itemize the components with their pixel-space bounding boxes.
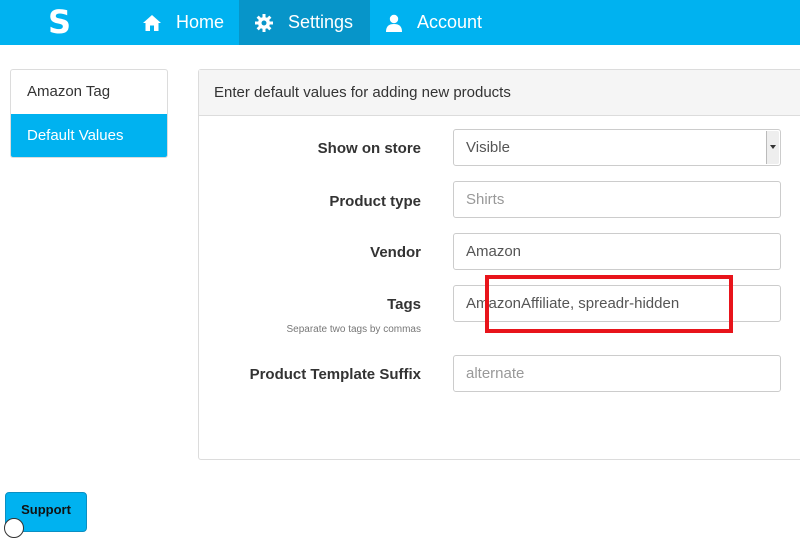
panel-title: Enter default values for adding new prod… — [199, 70, 800, 116]
nav-account-label: Account — [417, 12, 483, 32]
template-suffix-input[interactable]: alternate — [453, 355, 781, 392]
show-on-store-value: Visible — [466, 139, 510, 156]
app-logo[interactable]: S — [48, 4, 76, 40]
sidebar-item-default-values[interactable]: Default Values — [11, 114, 167, 157]
sidebar-item-amazon-tag[interactable]: Amazon Tag — [11, 70, 167, 114]
nav-settings-label: Settings — [288, 12, 354, 32]
template-suffix-label: Product Template Suffix — [249, 366, 421, 383]
gear-icon — [254, 13, 288, 33]
home-icon — [142, 14, 176, 32]
user-icon — [385, 14, 417, 32]
highlight-box — [485, 275, 733, 333]
show-on-store-select[interactable]: Visible — [453, 129, 781, 166]
dropdown-arrow-icon[interactable] — [766, 131, 779, 164]
support-badge-icon — [4, 518, 24, 538]
product-type-input[interactable]: Shirts — [453, 181, 781, 218]
vendor-input[interactable]: Amazon — [453, 233, 781, 270]
show-on-store-label: Show on store — [317, 140, 421, 157]
nav-home-label: Home — [176, 12, 225, 32]
nav-home[interactable]: Home — [128, 0, 238, 45]
nav-account[interactable]: Account — [371, 0, 501, 45]
nav-settings[interactable]: Settings — [239, 0, 370, 45]
tags-label: Tags — [387, 296, 421, 313]
top-navbar: S Home Settings Account — [0, 0, 800, 45]
tags-hint: Separate two tags by commas — [286, 324, 421, 335]
product-type-label: Product type — [329, 193, 421, 210]
vendor-label: Vendor — [370, 244, 421, 261]
default-values-panel: Enter default values for adding new prod… — [198, 69, 800, 460]
settings-sidebar: Amazon Tag Default Values — [10, 69, 168, 158]
